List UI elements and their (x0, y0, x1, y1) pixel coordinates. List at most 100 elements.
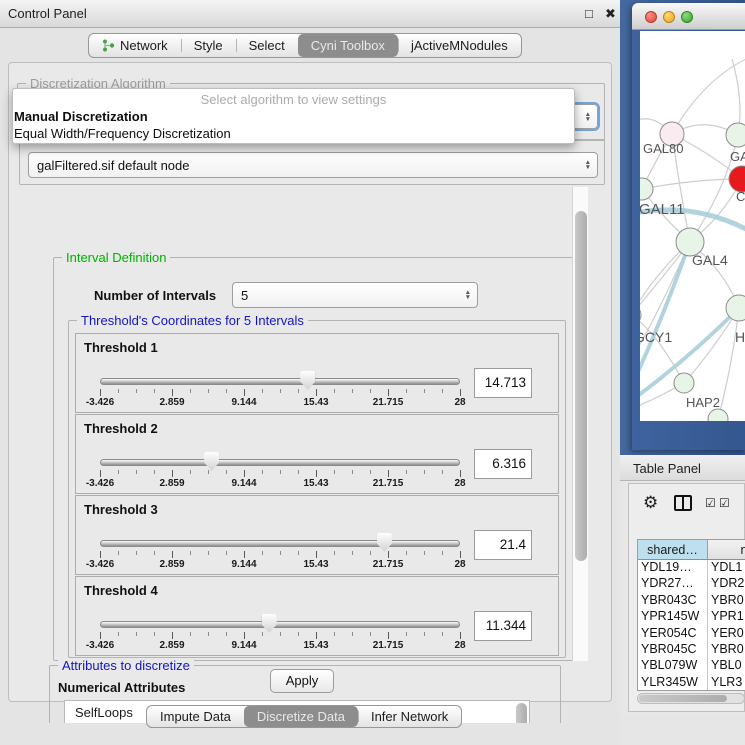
table-cell: YDR2 (708, 576, 745, 592)
tab-jactivemnodules[interactable]: jActiveMNodules (398, 34, 521, 57)
table-row[interactable]: YPR145WYPR1 (638, 609, 745, 625)
table-cell: YBR043C (638, 593, 708, 609)
threshold-slider-track[interactable] (100, 378, 460, 385)
threshold-slider-thumb[interactable] (300, 371, 315, 390)
table-cell: YBL079W (638, 658, 708, 674)
tab-label: Discretize Data (257, 709, 345, 724)
table-cell: YBL0 (708, 658, 745, 674)
threshold-slider-track[interactable] (100, 540, 460, 547)
attributes-list-scrollbar[interactable] (516, 703, 527, 723)
threshold-box-2: Threshold 2 -3.4262.8599.14415.4321.71528… (75, 414, 559, 494)
tab-label: Impute Data (160, 709, 231, 724)
node-label-gal80: GAL80 (643, 141, 683, 156)
top-right-node[interactable] (726, 123, 745, 147)
table-cell: YPR145W (638, 609, 708, 625)
control-panel: Control Panel □ ✖ Network StyleSelect Cyni… (0, 0, 620, 745)
node-label-hap2: HAP2 (686, 395, 720, 410)
settings-scrollbar-thumb[interactable] (575, 211, 587, 561)
select-checkbox-icon[interactable]: ☑ (705, 496, 716, 510)
table-row[interactable]: YBR043CYBR0 (638, 593, 745, 609)
table-cell: YBR045C (638, 642, 708, 658)
table-cell: YLR3 (708, 675, 745, 691)
tab-label: jActiveMNodules (411, 38, 508, 53)
network-graph: GAL80GACGAL11GAL4GCY1HHAP2 (640, 31, 745, 421)
table-cell: YDR27… (638, 576, 708, 592)
interval-groupbox: Interval Definition Number of Intervals … (53, 257, 577, 661)
close-panel-icon[interactable]: ✖ (605, 6, 616, 22)
bottom-tab-impute-data[interactable]: Impute Data (147, 706, 244, 727)
split-columns-icon[interactable] (674, 495, 692, 511)
apply-button[interactable]: Apply (270, 669, 334, 693)
slider-ticks (100, 470, 460, 478)
tab-cyni-toolbox[interactable]: Cyni Toolbox (298, 34, 398, 57)
node-label-gal11: GAL11 (640, 201, 685, 218)
slider-tick-labels: -3.4262.8599.14415.4321.71528 (100, 559, 460, 571)
combo-arrows-icon: ▲▼ (465, 290, 471, 300)
num-intervals-value: 5 (241, 288, 248, 303)
table-cell: YBR0 (708, 593, 745, 609)
table-row[interactable]: YBL079WYBL0 (638, 658, 745, 674)
control-panel-titlebar: Control Panel □ ✖ (0, 0, 620, 28)
network-edge (642, 179, 742, 189)
table-row[interactable]: YDR27…YDR2 (638, 576, 745, 592)
bottom-tab-infer-network[interactable]: Infer Network (358, 706, 461, 727)
table-cell: YER054C (638, 626, 708, 642)
column-header-2[interactable]: na (708, 540, 745, 559)
select-checkbox-icon-2[interactable]: ☑ (719, 496, 730, 510)
tab-style[interactable]: Style (181, 34, 236, 57)
panel-title: Control Panel (8, 6, 87, 21)
threshold-slider-thumb[interactable] (377, 533, 392, 552)
table-row[interactable]: YLR345WYLR3 (638, 675, 745, 691)
threshold-value-field[interactable]: 11.344 (474, 611, 532, 641)
table-data-value: galFiltered.sif default node (37, 158, 189, 173)
threshold-value-field[interactable]: 14.713 (474, 368, 532, 398)
network-tab-icon (102, 39, 115, 52)
num-intervals-combobox[interactable]: 5 ▲▼ (232, 282, 478, 308)
threshold-value-field[interactable]: 21.4 (474, 530, 532, 560)
node-label-h: H (735, 329, 745, 345)
column-header-1[interactable]: shared… (638, 540, 708, 559)
tab-network[interactable]: Network (89, 34, 181, 57)
slider-ticks (100, 632, 460, 640)
tab-label: Network (120, 38, 168, 53)
bottom-tab-strip: Impute Data Discretize Data Infer Network (146, 705, 462, 728)
table-panel-title: Table Panel (633, 461, 701, 476)
algorithm-option-manual-discretization[interactable]: Manual Discretization (13, 108, 571, 125)
tab-select[interactable]: Select (236, 34, 298, 57)
table-cell: YPR1 (708, 609, 745, 625)
gear-icon[interactable]: ⚙ (643, 493, 658, 513)
table-data-combobox[interactable]: galFiltered.sif default node ▲▼ (28, 152, 598, 178)
threshold-label: Threshold 2 (84, 421, 158, 436)
slider-tick-labels: -3.4262.8599.14415.4321.71528 (100, 397, 460, 409)
attributes-group-title: Attributes to discretize (58, 658, 194, 673)
node-table[interactable]: shared…na YDL19…YDL1YDR27…YDR2YBR043CYBR… (637, 539, 745, 691)
table-hscrollbar-thumb[interactable] (639, 695, 727, 702)
threshold-value-field[interactable]: 6.316 (474, 449, 532, 479)
minimize-traffic-icon[interactable] (663, 11, 675, 23)
node-label-gal4: GAL4 (692, 252, 728, 268)
algorithm-option-equal-width-frequency-discretization[interactable]: Equal Width/Frequency Discretization (13, 125, 571, 142)
bottom-node[interactable] (708, 409, 728, 421)
table-horizontal-scrollbar[interactable] (637, 693, 745, 704)
hap2-node[interactable] (674, 373, 694, 393)
table-cell: YDL19… (638, 560, 708, 576)
table-row[interactable]: YER054CYER0 (638, 626, 745, 642)
threshold-slider-track[interactable] (100, 459, 460, 466)
tab-label: Cyni Toolbox (311, 38, 385, 53)
settings-scrollbar[interactable] (572, 187, 588, 661)
threshold-slider-thumb[interactable] (204, 452, 219, 471)
numerical-attributes-label: Numerical Attributes (58, 680, 185, 695)
bottom-tab-discretize-data[interactable]: Discretize Data (244, 706, 358, 727)
zoom-traffic-icon[interactable] (681, 11, 693, 23)
threshold-slider-thumb[interactable] (262, 614, 277, 633)
table-row[interactable]: YBR045CYBR0 (638, 642, 745, 658)
table-row[interactable]: YDL19…YDL1 (638, 560, 745, 576)
network-canvas[interactable]: GAL80GACGAL11GAL4GCY1HHAP2 (640, 31, 745, 421)
threshold-label: Threshold 3 (84, 502, 158, 517)
close-traffic-icon[interactable] (645, 11, 657, 23)
slider-tick-labels: -3.4262.8599.14415.4321.71528 (100, 478, 460, 490)
float-window-icon[interactable]: □ (585, 6, 593, 21)
gal11-node[interactable] (640, 178, 653, 200)
interval-group-title: Interval Definition (62, 250, 170, 265)
threshold-slider-track[interactable] (100, 621, 460, 628)
